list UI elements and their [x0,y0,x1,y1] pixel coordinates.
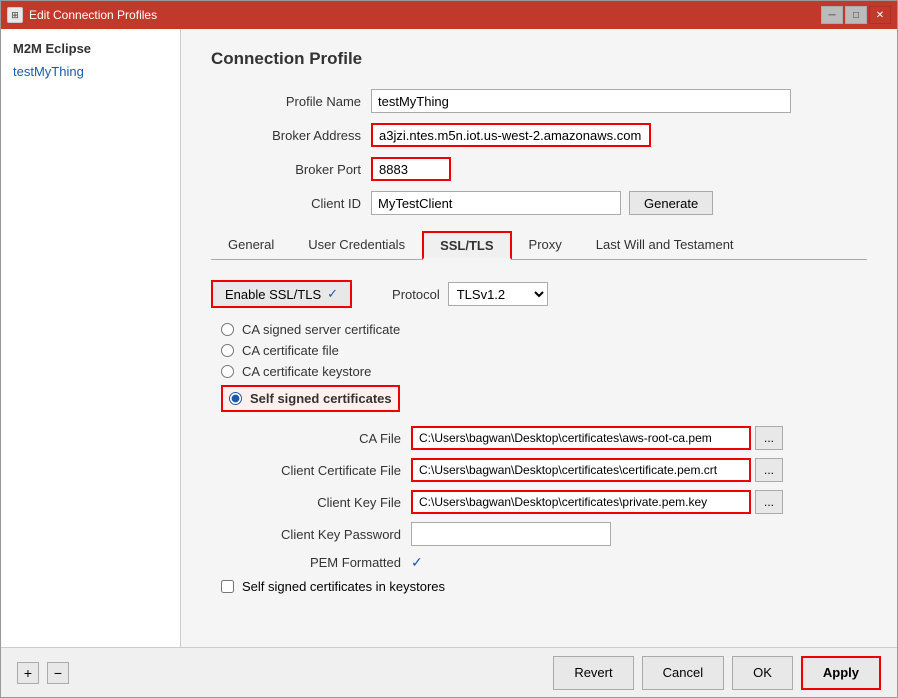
title-bar: ⊞ Edit Connection Profiles ─ □ ✕ [1,1,897,29]
tab-last-will[interactable]: Last Will and Testament [579,231,751,260]
sidebar-item-label: testMyThing [13,64,84,79]
sidebar-item-testmything[interactable]: testMyThing [1,60,180,83]
main-layout: M2M Eclipse testMyThing Connection Profi… [1,29,897,647]
ca-file-browse-button[interactable]: ... [755,426,783,450]
sidebar-app-title: M2M Eclipse [1,37,180,60]
radio-ca-keystore: CA certificate keystore [221,364,867,379]
window-title: Edit Connection Profiles [29,8,157,22]
client-id-row: Client ID Generate [211,191,867,215]
tab-general[interactable]: General [211,231,291,260]
pem-formatted-check: ✓ [411,554,423,571]
main-window: ⊞ Edit Connection Profiles ─ □ ✕ M2M Ecl… [0,0,898,698]
radio-self-signed-label: Self signed certificates [250,391,392,406]
tab-ssl-tls-label: SSL/TLS [440,238,493,253]
client-key-row: Client Key File ... [211,490,867,514]
tab-user-credentials[interactable]: User Credentials [291,231,422,260]
cancel-button[interactable]: Cancel [642,656,724,690]
enable-ssl-label: Enable SSL/TLS [225,287,321,302]
broker-port-input[interactable] [371,157,451,181]
radio-ca-signed: CA signed server certificate [221,322,867,337]
file-inputs-section: CA File ... Client Certificate File ... … [211,426,867,571]
footer-right: Revert Cancel OK Apply [553,656,881,690]
tab-proxy-label: Proxy [529,237,562,252]
client-cert-browse-button[interactable]: ... [755,458,783,482]
tab-proxy[interactable]: Proxy [512,231,579,260]
add-profile-button[interactable]: + [17,662,39,684]
radio-self-signed: Self signed certificates [221,385,400,412]
radio-ca-signed-label: CA signed server certificate [242,322,400,337]
radio-ca-file: CA certificate file [221,343,867,358]
broker-port-label: Broker Port [211,162,371,177]
tab-last-will-label: Last Will and Testament [596,237,734,252]
title-bar-left: ⊞ Edit Connection Profiles [7,7,157,23]
ca-file-row: CA File ... [211,426,867,450]
generate-button[interactable]: Generate [629,191,713,215]
keystores-row: Self signed certificates in keystores [221,579,867,594]
ca-file-input[interactable] [411,426,751,450]
pem-formatted-row: PEM Formatted ✓ [211,554,867,571]
client-key-input[interactable] [411,490,751,514]
close-button[interactable]: ✕ [869,6,891,24]
profile-name-label: Profile Name [211,94,371,109]
client-id-label: Client ID [211,196,371,211]
ca-file-label: CA File [211,431,411,446]
broker-address-row: Broker Address [211,123,867,147]
content-area: Connection Profile Profile Name Broker A… [181,29,897,647]
client-key-password-row: Client Key Password [211,522,867,546]
tabs: General User Credentials SSL/TLS Proxy L… [211,231,867,260]
ssl-check-icon: ✓ [327,286,338,302]
client-key-label: Client Key File [211,495,411,510]
radio-ca-signed-input[interactable] [221,323,234,336]
radio-ca-file-label: CA certificate file [242,343,339,358]
broker-address-label: Broker Address [211,128,371,143]
ssl-enable-row: Enable SSL/TLS ✓ Protocol TLSv1.2 TLSv1.… [211,280,867,308]
protocol-row: Protocol TLSv1.2 TLSv1.1 TLSv1.0 SSLv3 [392,282,548,306]
pem-formatted-label: PEM Formatted [211,555,411,570]
client-key-password-label: Client Key Password [211,527,411,542]
enable-ssl-button[interactable]: Enable SSL/TLS ✓ [211,280,352,308]
tabs-container: General User Credentials SSL/TLS Proxy L… [211,231,867,260]
profile-name-input[interactable] [371,89,791,113]
ok-button[interactable]: OK [732,656,793,690]
minimize-button[interactable]: ─ [821,6,843,24]
ssl-panel: Enable SSL/TLS ✓ Protocol TLSv1.2 TLSv1.… [211,270,867,604]
footer-bar: + − Revert Cancel OK Apply [1,647,897,697]
sidebar: M2M Eclipse testMyThing [1,29,181,647]
section-title: Connection Profile [211,49,867,69]
tab-general-label: General [228,237,274,252]
apply-button[interactable]: Apply [801,656,881,690]
protocol-label: Protocol [392,287,440,302]
radio-ca-file-input[interactable] [221,344,234,357]
maximize-button[interactable]: □ [845,6,867,24]
footer-left: + − [17,662,69,684]
broker-port-row: Broker Port [211,157,867,181]
tab-user-credentials-label: User Credentials [308,237,405,252]
profile-name-row: Profile Name [211,89,867,113]
client-cert-label: Client Certificate File [211,463,411,478]
radio-ca-keystore-label: CA certificate keystore [242,364,371,379]
client-id-input[interactable] [371,191,621,215]
radio-self-signed-input[interactable] [229,392,242,405]
client-key-browse-button[interactable]: ... [755,490,783,514]
tab-ssl-tls[interactable]: SSL/TLS [422,231,511,260]
broker-address-input[interactable] [371,123,651,147]
window-icon: ⊞ [7,7,23,23]
revert-button[interactable]: Revert [553,656,633,690]
keystores-checkbox[interactable] [221,580,234,593]
radio-ca-keystore-input[interactable] [221,365,234,378]
keystores-label: Self signed certificates in keystores [242,579,445,594]
client-cert-input[interactable] [411,458,751,482]
client-cert-row: Client Certificate File ... [211,458,867,482]
protocol-select[interactable]: TLSv1.2 TLSv1.1 TLSv1.0 SSLv3 [448,282,548,306]
title-bar-controls: ─ □ ✕ [821,6,891,24]
remove-profile-button[interactable]: − [47,662,69,684]
client-key-password-input[interactable] [411,522,611,546]
radio-group: CA signed server certificate CA certific… [221,322,867,412]
